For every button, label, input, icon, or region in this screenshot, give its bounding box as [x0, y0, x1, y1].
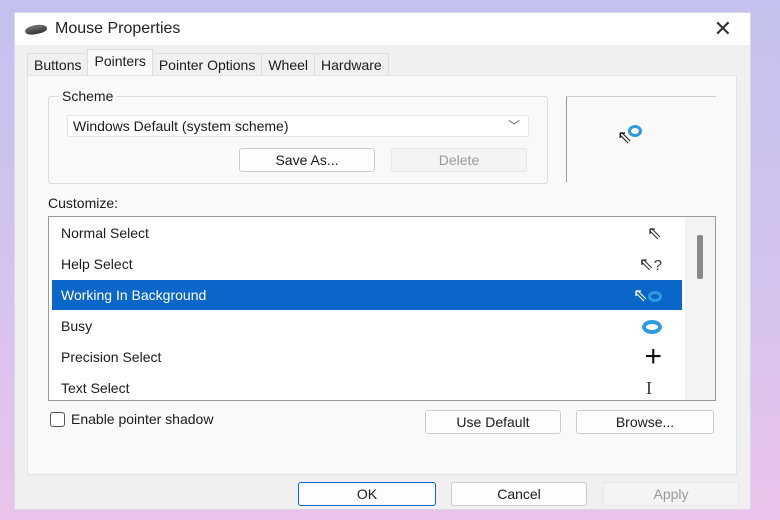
- cursor-preview: ⇖: [566, 96, 716, 182]
- scheme-value: Windows Default (system scheme): [73, 118, 289, 134]
- ok-button[interactable]: OK: [298, 482, 436, 506]
- item-label: Precision Select: [61, 349, 162, 365]
- tab-hardware[interactable]: Hardware: [314, 53, 389, 75]
- apply-button[interactable]: Apply: [603, 482, 739, 506]
- list-item[interactable]: Working In Background ⇖: [52, 280, 682, 310]
- customize-label: Customize:: [48, 195, 119, 211]
- title-bar: Mouse Properties ✕: [15, 13, 750, 45]
- scheme-group: Scheme Windows Default (system scheme) ﹀ …: [48, 88, 548, 184]
- window-title: Mouse Properties: [55, 20, 181, 37]
- tab-buttons[interactable]: Buttons: [27, 53, 89, 75]
- scheme-select[interactable]: Windows Default (system scheme) ﹀: [67, 115, 529, 137]
- checkbox-label: Enable pointer shadow: [71, 411, 214, 427]
- pointer-shadow-checkbox[interactable]: Enable pointer shadow: [50, 411, 213, 427]
- tab-pointer-options[interactable]: Pointer Options: [151, 53, 263, 75]
- working-cursor-icon: ⇖: [617, 125, 643, 148]
- checkbox-box[interactable]: [50, 411, 65, 427]
- item-label: Working In Background: [61, 287, 207, 303]
- list-item[interactable]: Help Select ⇖?: [52, 249, 682, 279]
- item-label: Normal Select: [61, 225, 149, 241]
- cancel-button[interactable]: Cancel: [451, 482, 587, 506]
- arrow-cursor-icon: ⇖: [646, 223, 662, 243]
- mouse-properties-dialog: Mouse Properties ✕ Buttons Pointers Poin…: [14, 12, 751, 510]
- delete-button[interactable]: Delete: [391, 148, 527, 172]
- pointers-panel: Scheme Windows Default (system scheme) ﹀ …: [27, 75, 737, 475]
- tab-pointers[interactable]: Pointers: [87, 49, 153, 75]
- list-item[interactable]: Precision Select +: [52, 342, 682, 372]
- crosshair-cursor-icon: +: [644, 340, 662, 373]
- tab-strip: Buttons Pointers Pointer Options Wheel H…: [27, 49, 389, 75]
- cursor-list[interactable]: Normal Select ⇖ Help Select ⇖? Working In …: [48, 216, 716, 401]
- working-cursor-icon: ⇖: [633, 280, 662, 310]
- item-label: Help Select: [61, 256, 133, 272]
- tab-wheel[interactable]: Wheel: [261, 53, 316, 75]
- help-cursor-icon: ⇖?: [638, 254, 662, 274]
- list-item[interactable]: Busy: [52, 311, 682, 341]
- use-default-button[interactable]: Use Default: [425, 410, 561, 434]
- chevron-down-icon: ﹀: [507, 119, 520, 133]
- scheme-label: Scheme: [59, 88, 117, 104]
- list-item[interactable]: Text Select I: [52, 373, 682, 400]
- scrollbar-thumb[interactable]: [697, 235, 703, 279]
- close-icon[interactable]: ✕: [714, 16, 732, 42]
- text-cursor-icon: I: [646, 378, 652, 398]
- browse-button[interactable]: Browse...: [576, 410, 714, 434]
- list-scrollbar[interactable]: [685, 217, 715, 400]
- list-item[interactable]: Normal Select ⇖: [52, 218, 682, 248]
- save-as-button[interactable]: Save As...: [239, 148, 375, 172]
- item-label: Busy: [61, 318, 93, 334]
- mouse-icon: [24, 22, 48, 36]
- busy-cursor-icon: [642, 311, 662, 341]
- item-label: Text Select: [61, 380, 130, 396]
